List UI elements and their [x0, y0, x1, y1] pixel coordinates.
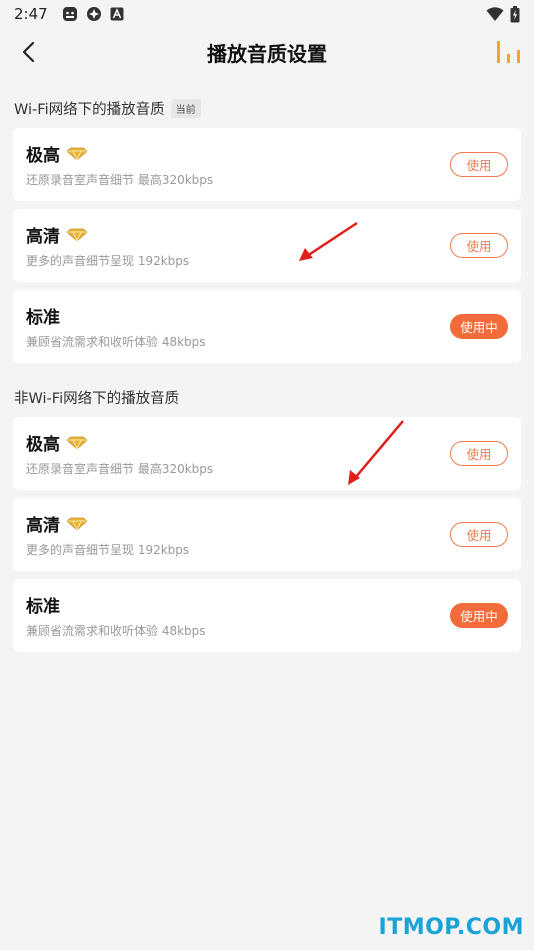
wifi-quality-list: 极高 还原录音室声音细节 最高320kbps 使用 高清 更多的声音细节呈现 1…	[0, 128, 534, 363]
chevron-left-icon	[22, 41, 35, 63]
section-header-wifi: Wi-Fi网络下的播放音质 当前	[0, 98, 534, 118]
quality-option-mobile-standard[interactable]: 标准 兼顾省流需求和收听体验 48kbps 使用中	[13, 579, 521, 652]
app-bar: 播放音质设置	[0, 28, 534, 76]
vip-diamond-icon	[66, 228, 88, 242]
quality-description: 更多的声音细节呈现 192kbps	[26, 543, 190, 557]
vip-diamond-icon	[66, 436, 88, 450]
android-icon	[62, 7, 77, 21]
watermark: ITMOP.COM	[378, 915, 524, 940]
vip-diamond-icon	[66, 517, 88, 531]
quality-option-wifi-hd[interactable]: 高清 更多的声音细节呈现 192kbps 使用	[13, 209, 521, 282]
quality-title: 标准	[26, 308, 60, 328]
settings-icon	[86, 7, 101, 21]
use-button[interactable]: 使用	[450, 522, 508, 547]
quality-description: 兼顾省流需求和收听体验 48kbps	[26, 624, 206, 638]
section-header-mobile: 非Wi-Fi网络下的播放音质	[0, 387, 534, 407]
mobile-quality-list: 极高 还原录音室声音细节 最高320kbps 使用 高清 更多的声音细节呈现 1…	[0, 417, 534, 652]
quality-option-mobile-hd[interactable]: 高清 更多的声音细节呈现 192kbps 使用	[13, 498, 521, 571]
vip-diamond-icon	[66, 147, 88, 161]
quality-title: 极高	[26, 435, 60, 455]
status-icons-left	[62, 6, 124, 22]
quality-title: 标准	[26, 597, 60, 617]
quality-bars-icon[interactable]	[496, 40, 522, 64]
back-button[interactable]	[14, 38, 42, 66]
status-time: 2:47	[14, 5, 48, 23]
quality-description: 还原录音室声音细节 最高320kbps	[26, 173, 214, 187]
use-button[interactable]: 使用	[450, 152, 508, 177]
a-icon	[110, 7, 124, 21]
quality-option-mobile-extreme[interactable]: 极高 还原录音室声音细节 最高320kbps 使用	[13, 417, 521, 490]
status-icons-right	[486, 5, 520, 23]
status-bar: 2:47	[0, 0, 534, 28]
in-use-button[interactable]: 使用中	[450, 314, 508, 339]
quality-option-wifi-extreme[interactable]: 极高 还原录音室声音细节 最高320kbps 使用	[13, 128, 521, 201]
current-tag: 当前	[170, 98, 201, 118]
quality-option-wifi-standard[interactable]: 标准 兼顾省流需求和收听体验 48kbps 使用中	[13, 290, 521, 363]
quality-title: 高清	[26, 516, 60, 536]
wifi-icon	[486, 7, 504, 21]
quality-description: 还原录音室声音细节 最高320kbps	[26, 462, 214, 476]
in-use-button[interactable]: 使用中	[450, 603, 508, 628]
battery-icon	[510, 5, 520, 22]
quality-title: 极高	[26, 146, 60, 166]
use-button[interactable]: 使用	[450, 441, 508, 466]
page-title: 播放音质设置	[207, 41, 327, 66]
quality-description: 兼顾省流需求和收听体验 48kbps	[26, 335, 206, 349]
section-title: Wi-Fi网络下的播放音质	[14, 101, 165, 118]
quality-description: 更多的声音细节呈现 192kbps	[26, 254, 190, 268]
use-button[interactable]: 使用	[450, 233, 508, 258]
quality-title: 高清	[26, 227, 60, 247]
section-title: 非Wi-Fi网络下的播放音质	[14, 390, 180, 407]
